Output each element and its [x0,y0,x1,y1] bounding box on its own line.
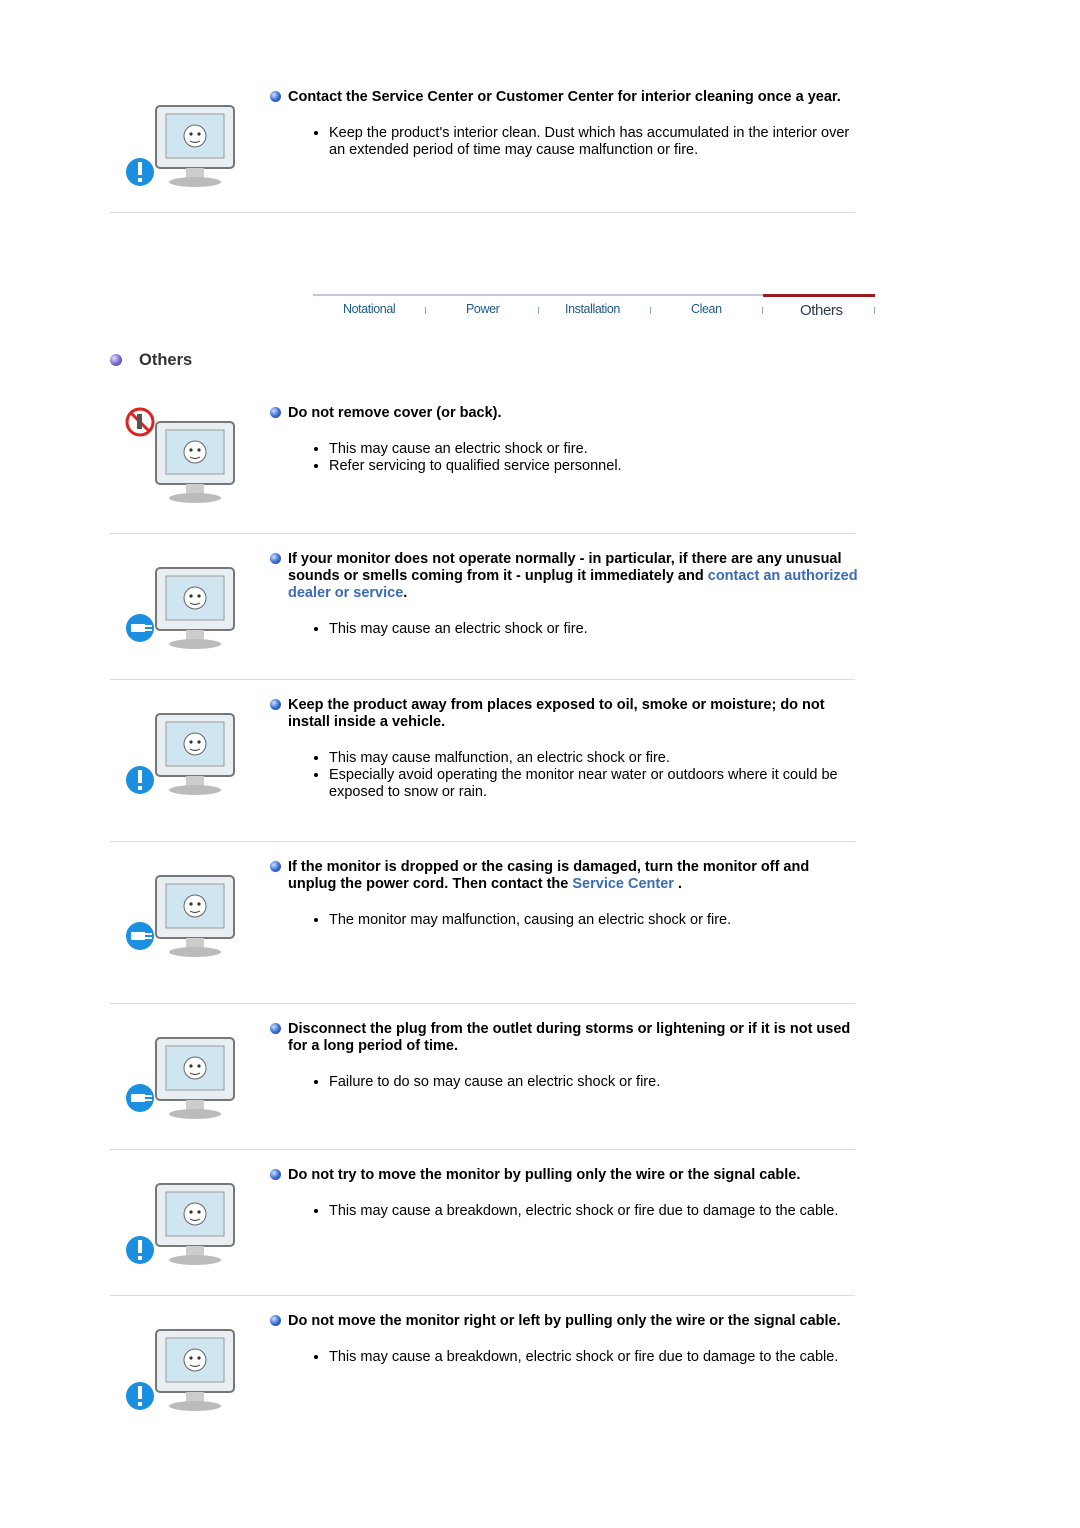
unplug-icon [126,1037,235,1119]
heading-text: Others [139,351,193,369]
section-content: Keep the product away from places expose… [270,697,860,801]
divider [110,1295,855,1296]
title-text: Keep the product away from places expose… [288,697,825,730]
list-item: This may cause an electric shock or fire… [329,621,860,638]
bullet-list: This may cause a breakdown, electric sho… [270,1203,860,1220]
section-content: Do not move the monitor right or left by… [270,1313,860,1366]
section-content: If your monitor does not operate normall… [270,551,860,638]
list-item: The monitor may malfunction, causing an … [329,912,860,929]
bullet-icon [270,699,281,710]
prohibited-icon [125,407,235,503]
section-title: If the monitor is dropped or the casing … [270,859,860,893]
tab-installation[interactable]: Installation [565,302,620,316]
title-text: Do not remove cover (or back). [288,405,502,421]
section-title: Contact the Service Center or Customer C… [270,89,860,106]
list-item: Keep the product's interior clean. Dust … [329,125,860,159]
title-text: Do not move the monitor right or left by… [288,1313,841,1329]
unplug-icon [126,567,235,649]
title-text: . [673,876,682,892]
bullet-list: This may cause an electric shock or fire… [270,621,860,638]
bullet-icon [270,1315,281,1326]
title-text: Contact the Service Center or Customer C… [288,89,841,105]
unplug-monitor-illustration [118,1016,268,1126]
divider [110,1149,855,1150]
unplug-monitor-illustration [118,546,268,656]
list-item: This may cause malfunction, an electric … [329,750,860,767]
list-item: Failure to do so may cause an electric s… [329,1074,860,1091]
section-content: Do not try to move the monitor by pullin… [270,1167,860,1220]
section-content: Contact the Service Center or Customer C… [270,89,860,159]
title-text: Do not try to move the monitor by pullin… [288,1167,801,1183]
tab-power[interactable]: Power [466,302,500,316]
tab-separator [538,307,539,314]
section-title: Do not move the monitor right or left by… [270,1313,860,1330]
exclamation-icon [126,713,235,795]
active-tab-indicator [763,294,875,297]
divider [110,1003,855,1004]
section-title: If your monitor does not operate normall… [270,551,860,602]
tab-separator [762,307,763,314]
exclamation-icon [126,1329,235,1411]
section-title: Disconnect the plug from the outlet duri… [270,1021,860,1055]
list-item: This may cause a breakdown, electric sho… [329,1203,860,1220]
divider [110,841,855,842]
bullet-list: Keep the product's interior clean. Dust … [270,125,860,159]
bullet-list: This may cause malfunction, an electric … [270,750,860,801]
prohibited-monitor-illustration [118,400,268,510]
list-item: This may cause an electric shock or fire… [329,441,860,458]
list-item: Refer servicing to qualified service per… [329,458,860,475]
divider [110,679,855,680]
bullet-list: This may cause a breakdown, electric sho… [270,1349,860,1366]
list-item: This may cause a breakdown, electric sho… [329,1349,860,1366]
unplug-monitor-illustration [118,854,268,964]
section-heading: Others [110,351,192,370]
category-tabs: Notational Power Installation Clean Others [313,294,875,326]
tab-clean[interactable]: Clean [691,302,722,316]
bullet-list: The monitor may malfunction, causing an … [270,912,860,929]
unplug-icon [126,875,235,957]
exclamation-monitor-illustration [118,1162,268,1272]
bullet-icon [270,1023,281,1034]
bullet-icon [270,91,281,102]
bullet-list: This may cause an electric shock or fire… [270,441,860,475]
bullet-icon [270,407,281,418]
divider [110,533,855,534]
tab-separator [874,307,875,314]
title-text: . [403,585,408,601]
section-content: If the monitor is dropped or the casing … [270,859,860,929]
exclamation-icon [126,105,235,187]
link[interactable]: Service Center [572,876,674,892]
tab-separator [425,307,426,314]
bullet-icon [110,354,122,366]
tab-notational[interactable]: Notational [343,302,396,316]
exclamation-monitor-illustration [118,1308,268,1418]
bullet-icon [270,553,281,564]
section-title: Do not remove cover (or back). [270,405,860,422]
title-text: Disconnect the plug from the outlet duri… [288,1021,851,1054]
exclamation-monitor-illustration [118,84,268,194]
section-content: Do not remove cover (or back). This may c… [270,405,860,475]
section-title: Do not try to move the monitor by pullin… [270,1167,860,1184]
exclamation-monitor-illustration [118,692,268,802]
tab-others[interactable]: Others [800,302,843,319]
bullet-icon [270,1169,281,1180]
tab-separator [650,307,651,314]
divider [110,212,855,213]
title-text: If the monitor is dropped or the casing … [288,859,810,892]
section-content: Disconnect the plug from the outlet duri… [270,1021,860,1091]
bullet-icon [270,861,281,872]
list-item: Especially avoid operating the monitor n… [329,767,860,801]
bullet-list: Failure to do so may cause an electric s… [270,1074,860,1091]
exclamation-icon [126,1183,235,1265]
section-title: Keep the product away from places expose… [270,697,860,731]
